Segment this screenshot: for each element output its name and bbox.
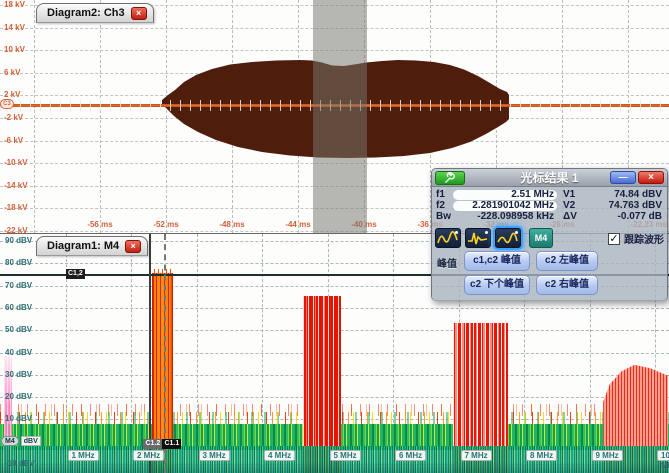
waveform-icon [437, 231, 459, 246]
horizontal-cursor-label[interactable]: C1,2 [66, 269, 85, 279]
tab-diagram2-close-icon[interactable]: × [131, 7, 147, 20]
measurement-label: ΔV [557, 211, 583, 222]
x-axis-label: 4 MHz [264, 450, 295, 461]
peak-section-label: 峰值 [437, 255, 457, 270]
m4-trace-badge: M4 dBV [1, 436, 41, 446]
y-axis-label: -10 dBV [5, 459, 49, 468]
y-axis-label: 40 dBV [5, 348, 49, 357]
m4-badge-label: M4 [1, 436, 19, 446]
waveform-icon [467, 231, 489, 246]
x-axis-label: 2 MHz [133, 450, 164, 461]
dialog-title: 光标结果 1 [520, 171, 578, 185]
dialog-minimize-button[interactable]: — [610, 171, 636, 184]
cursor-c1-2-line[interactable] [149, 234, 151, 473]
y-axis-label: 10 dBV [5, 414, 49, 423]
wrench-icon [444, 172, 456, 184]
y-axis-label: 60 dBV [5, 303, 49, 312]
dialog-settings-button[interactable] [435, 171, 465, 185]
track-waveform-checkbox[interactable]: ✓ 跟踪波形 [608, 231, 664, 246]
x-axis-label: 6 MHz [395, 450, 426, 461]
waveform-source-thumbnail-1[interactable] [435, 228, 461, 248]
waveform-source-thumbnail-2[interactable] [465, 228, 491, 248]
zoom-gate-region[interactable] [313, 0, 367, 233]
y-axis-label: 70 dBV [5, 281, 49, 290]
checkbox-checkmark-icon[interactable]: ✓ [608, 233, 620, 245]
dialog-body: f12.51 MHzV174.84 dBVf22.281901042 MHzV2… [432, 187, 667, 301]
source-selector-row: M4 [435, 227, 553, 249]
measurement-row: f22.281901042 MHzV274.763 dBV [435, 200, 664, 211]
peak-search-button-2[interactable]: c2 左峰值 [536, 251, 598, 271]
measurement-row: Bw-228.098958 kHzΔV-0.077 dB [435, 211, 664, 222]
frequency-value-field[interactable]: 2.51 MHz [453, 190, 557, 200]
peak-search-button-3[interactable]: c2 下个峰值 [464, 275, 530, 295]
y-axis-label: 80 dBV [5, 258, 49, 267]
measurement-label: V1 [557, 189, 583, 200]
dialog-close-button[interactable]: × [638, 171, 664, 184]
ch3-trace-marker[interactable]: C3 [0, 99, 14, 109]
cursor-results-dialog: 光标结果 1 — × f12.51 MHzV174.84 dBVf22.2819… [431, 168, 668, 301]
level-value: 74.84 dBV [583, 189, 664, 200]
waveform-icon [497, 231, 519, 246]
level-value: 74.763 dBV [583, 200, 664, 211]
y-axis-label: 50 dBV [5, 325, 49, 334]
tab-diagram1-m4[interactable]: Diagram1: M4 × [36, 236, 148, 256]
tab-diagram1-label: Diagram1: M4 [47, 240, 119, 252]
cursor-c1-1-label[interactable]: C1.1 [162, 439, 181, 449]
track-waveform-label: 跟踪波形 [624, 231, 664, 246]
y-axis-label: 30 dBV [5, 370, 49, 379]
measurement-row: f12.51 MHzV174.84 dBV [435, 189, 664, 200]
x-axis-label: 5 MHz [330, 450, 361, 461]
measurement-label: f2 [435, 200, 453, 211]
m4-unit-label: dBV [21, 436, 41, 446]
x-axis-label: 3 MHz [199, 450, 230, 461]
cursor-c1-2-label[interactable]: C1.2 [143, 439, 162, 449]
dialog-title-bar[interactable]: 光标结果 1 — × [432, 169, 667, 187]
bandwidth-value: -228.098958 kHz [453, 211, 557, 222]
x-axis-label: 10 MHz [657, 450, 669, 461]
x-axis-label: 8 MHz [526, 450, 557, 461]
frequency-value-field[interactable]: 2.281901042 MHz [453, 201, 557, 211]
measurement-label: Bw [435, 211, 453, 222]
cursor-c1-1-line[interactable] [164, 234, 166, 473]
waveform-source-thumbnail-3-selected[interactable] [495, 228, 521, 248]
m4-source-button[interactable]: M4 [529, 228, 553, 248]
x-axis-label: 9 MHz [592, 450, 623, 461]
oscilloscope-screen: C3 -22.23 ms 18 kV14 kV10 kV6 kV2 kV-2 k… [0, 0, 669, 473]
tab-diagram2-label: Diagram2: Ch3 [47, 7, 125, 19]
measurement-label: V2 [557, 200, 583, 211]
tab-diagram2-ch3[interactable]: Diagram2: Ch3 × [36, 3, 154, 23]
peak-search-button-1[interactable]: c1,c2 峰值 [464, 251, 530, 271]
x-axis-label: 7 MHz [461, 450, 492, 461]
y-axis-label: 20 dBV [5, 392, 49, 401]
measurement-label: f1 [435, 189, 453, 200]
peak-search-button-4[interactable]: c2 右峰值 [536, 275, 598, 295]
x-axis-label: 1 MHz [68, 450, 99, 461]
level-value: -0.077 dB [583, 211, 664, 222]
tab-diagram1-close-icon[interactable]: × [125, 240, 141, 253]
